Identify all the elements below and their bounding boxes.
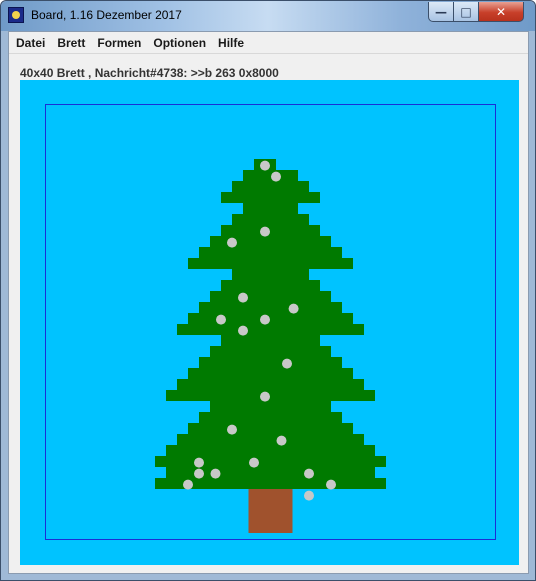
app-icon[interactable]	[8, 7, 24, 23]
menu-brett[interactable]: Brett	[52, 33, 90, 53]
ornament-ball	[276, 435, 287, 446]
ornament-ball	[238, 325, 248, 336]
tree-segment	[210, 291, 331, 302]
tree-segment	[199, 247, 342, 258]
tree-segment	[199, 357, 342, 368]
ornament-ball	[194, 457, 204, 468]
application-window: Board, 1.16 Dezember 2017 — □ ✕ Datei Br…	[0, 0, 536, 581]
board-canvas[interactable]	[20, 80, 519, 565]
ornament-ball	[260, 314, 270, 325]
ornament-ball	[249, 457, 259, 468]
tree-segment	[232, 269, 309, 280]
tree-segment	[221, 335, 320, 346]
tree-segment	[188, 423, 353, 434]
ornament-ball	[260, 160, 270, 171]
tree-segment	[188, 368, 353, 379]
tree-segment	[177, 379, 364, 390]
ornament-ball	[304, 468, 314, 479]
ornament-ball	[227, 237, 237, 248]
tree-segment	[188, 313, 353, 324]
menu-datei[interactable]: Datei	[11, 33, 50, 53]
tree-segment	[210, 401, 331, 412]
tree-segment	[177, 324, 364, 335]
tree-segment	[221, 280, 320, 291]
tree-segment	[188, 258, 353, 269]
status-message: 40x40 Brett , Nachricht#4738: >>b 263 0x…	[20, 66, 279, 80]
tree-segment	[166, 390, 375, 401]
ornament-ball	[216, 314, 226, 325]
ornament-ball	[288, 303, 299, 314]
tree-segment	[232, 181, 309, 192]
title-bar[interactable]: Board, 1.16 Dezember 2017 — □ ✕	[1, 1, 535, 31]
board-drawing	[155, 159, 386, 533]
tree-trunk	[248, 489, 293, 533]
tree-segment	[199, 412, 342, 423]
ornament-ball	[260, 226, 270, 237]
tree-segment	[177, 434, 364, 445]
ornament-ball	[238, 292, 248, 303]
tree-segment	[210, 346, 331, 357]
ornament-ball	[183, 479, 193, 490]
ornament-ball	[194, 468, 204, 479]
tree-segment	[199, 302, 342, 313]
close-icon: ✕	[495, 4, 507, 19]
minimize-icon: —	[435, 4, 447, 19]
menu-optionen[interactable]: Optionen	[148, 33, 211, 53]
ornament-ball	[326, 479, 336, 490]
tree-segment	[232, 214, 309, 225]
menu-bar: Datei Brett Formen Optionen Hilfe	[9, 32, 528, 54]
tree-segment	[221, 192, 320, 203]
maximize-button[interactable]: □	[453, 2, 479, 22]
minimize-button[interactable]: —	[428, 2, 454, 22]
menu-hilfe[interactable]: Hilfe	[213, 33, 249, 53]
ornament-ball	[210, 468, 221, 479]
tree-segment	[155, 456, 386, 467]
ornament-ball	[227, 424, 237, 435]
maximize-icon: □	[460, 4, 472, 19]
tree-segment	[243, 203, 298, 214]
tree-segment	[166, 445, 375, 456]
ornament-ball	[282, 358, 292, 369]
ornament-ball	[304, 490, 314, 501]
ornament-ball	[260, 391, 270, 402]
window-title: Board, 1.16 Dezember 2017	[31, 8, 182, 22]
tree-segment	[221, 225, 320, 236]
ornament-ball	[271, 171, 281, 182]
client-area: Datei Brett Formen Optionen Hilfe 40x40 …	[8, 31, 529, 574]
menu-formen[interactable]: Formen	[92, 33, 146, 53]
close-button[interactable]: ✕	[478, 2, 524, 22]
tree-segment	[243, 170, 298, 181]
